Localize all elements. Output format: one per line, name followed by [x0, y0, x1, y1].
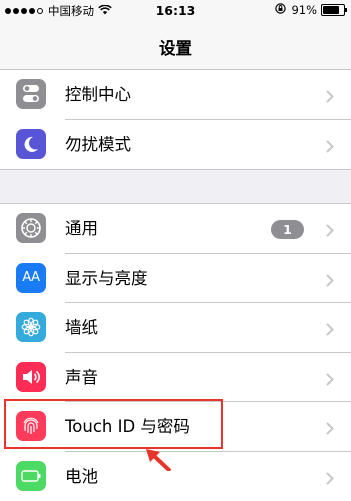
settings-row-wallpaper[interactable]: 墙纸 — [0, 303, 351, 353]
battery-icon — [321, 4, 345, 16]
moon-icon — [16, 129, 46, 159]
settings-row-do-not-disturb[interactable]: 勿扰模式 — [0, 120, 351, 170]
settings-row-display-brightness[interactable]: AA 显示与亮度 — [0, 254, 351, 304]
orientation-lock-icon — [275, 3, 286, 17]
row-label: 控制中心 — [65, 70, 131, 119]
row-label: 勿扰模式 — [65, 120, 131, 169]
battery-icon — [16, 461, 46, 491]
settings-row-touch-id-passcode[interactable]: Touch ID 与密码 — [0, 402, 351, 452]
chevron-right-icon — [326, 321, 334, 340]
update-count-badge: 1 — [271, 220, 304, 239]
battery-area: 91% — [275, 3, 345, 17]
battery-percent: 91% — [291, 3, 317, 17]
chevron-right-icon — [326, 222, 334, 241]
control-center-icon — [16, 79, 46, 109]
settings-row-sounds[interactable]: 声音 — [0, 353, 351, 403]
gear-icon — [16, 213, 46, 243]
battery-fill — [323, 6, 339, 14]
fingerprint-icon — [16, 411, 46, 441]
page-title: 设置 — [0, 35, 351, 59]
chevron-right-icon — [326, 470, 334, 489]
settings-group-1: 控制中心 勿扰模式 — [0, 70, 351, 170]
navigation-bar: 设置 — [0, 22, 351, 70]
speaker-icon — [16, 362, 46, 392]
display-icon: AA — [16, 263, 46, 293]
chevron-right-icon — [326, 371, 334, 390]
settings-row-control-center[interactable]: 控制中心 — [0, 70, 351, 120]
row-label: 声音 — [65, 353, 98, 402]
chevron-right-icon — [326, 420, 334, 439]
flower-icon — [16, 312, 46, 342]
chevron-right-icon — [326, 88, 334, 107]
display-icon-text: AA — [22, 270, 39, 285]
status-bar: 中国移动 16:13 91% — [0, 0, 351, 22]
chevron-right-icon — [326, 138, 334, 157]
row-label: 通用 — [65, 204, 98, 253]
row-label: 电池 — [65, 452, 98, 501]
chevron-right-icon — [326, 272, 334, 291]
row-label: Touch ID 与密码 — [65, 402, 190, 451]
row-label: 墙纸 — [65, 303, 98, 352]
row-label: 显示与亮度 — [65, 254, 148, 303]
settings-row-general[interactable]: 通用 1 — [0, 204, 351, 254]
